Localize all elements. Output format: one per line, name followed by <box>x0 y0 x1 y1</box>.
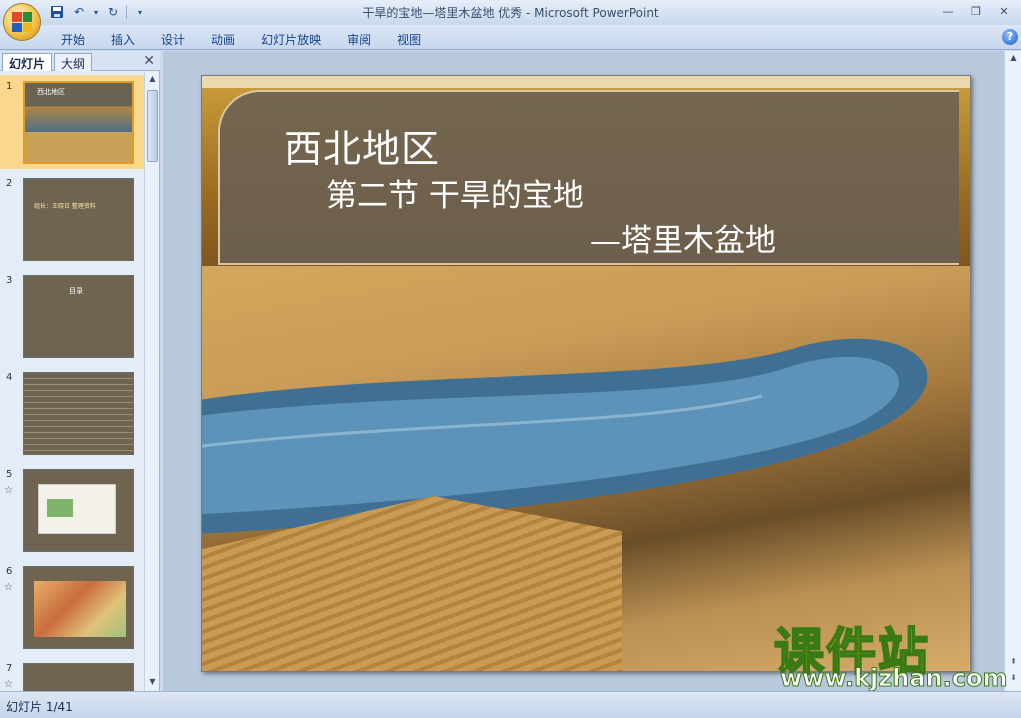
tab-view[interactable]: 视图 <box>384 29 434 50</box>
restore-icon[interactable]: ❐ <box>963 2 989 20</box>
watermark-url: www.kjzhan.com <box>779 664 1008 693</box>
tab-slideshow[interactable]: 幻灯片放映 <box>248 29 334 50</box>
window-controls: — ❐ ✕ <box>935 2 1017 20</box>
next-slide-icon[interactable]: ⇟ <box>1008 673 1019 685</box>
slide-number: 7 <box>6 663 13 674</box>
map-image <box>34 581 126 637</box>
slide-number: 3 <box>6 275 13 286</box>
map-image <box>38 484 116 534</box>
slide-preview <box>23 372 134 455</box>
slide-canvas[interactable]: 西北地区 第二节 干旱的宝地 —塔里木盆地 <box>201 75 971 672</box>
thumbnail-caption: 组长：王晓日 整理资料 <box>34 203 96 210</box>
slide-thumbnail[interactable]: 3 目录 <box>0 269 144 363</box>
slide-editor: 西北地区 第二节 干旱的宝地 —塔里木盆地 <box>163 51 1004 691</box>
slide-thumbnail[interactable]: 5 ☆ <box>0 463 144 557</box>
tab-review[interactable]: 审阅 <box>334 29 384 50</box>
slide-number: 2 <box>6 178 13 189</box>
animation-star-icon: ☆ <box>4 679 13 690</box>
pane-tabs: 幻灯片 大纲 ✕ <box>0 51 160 71</box>
slide-subtitle-secondary[interactable]: —塔里木盆地 <box>590 215 776 260</box>
help-icon[interactable]: ? <box>1002 29 1018 45</box>
scroll-up-icon[interactable]: ▲ <box>1008 53 1019 65</box>
slide-thumbnail[interactable]: 2 组长：王晓日 整理资料 <box>0 172 144 266</box>
slide-preview <box>23 663 134 691</box>
slide-preview: 目录 <box>23 275 134 358</box>
slide-thumbnail[interactable]: 6 ☆ <box>0 560 144 654</box>
scroll-up-icon[interactable]: ▲ <box>147 74 158 86</box>
animation-star-icon: ☆ <box>4 582 13 593</box>
slide-thumbnail[interactable]: 7 ☆ <box>0 657 144 691</box>
slide-number: 4 <box>6 372 13 383</box>
slide-number: 6 <box>6 566 13 577</box>
slide-thumbnail[interactable]: 4 <box>0 366 144 460</box>
minimize-icon[interactable]: — <box>935 2 961 20</box>
slide-preview: 组长：王晓日 整理资料 <box>23 178 134 261</box>
status-bar: 幻灯片 1/41 <box>0 691 1021 718</box>
window-title: 干旱的宝地—塔里木盆地 优秀 - Microsoft PowerPoint <box>362 6 659 20</box>
tab-design[interactable]: 设计 <box>148 29 198 50</box>
slide-preview <box>23 469 134 552</box>
title-bar: ↶ ▾ ↻ ▾ 干旱的宝地—塔里木盆地 优秀 - Microsoft Power… <box>0 0 1021 41</box>
tab-animations[interactable]: 动画 <box>198 29 248 50</box>
thumbnail-caption: 西北地区 <box>37 88 65 96</box>
tab-slides[interactable]: 幻灯片 <box>2 53 53 71</box>
scroll-down-icon[interactable]: ▼ <box>147 677 158 689</box>
office-logo-icon <box>12 12 32 32</box>
office-button[interactable] <box>3 3 41 41</box>
tab-outline[interactable]: 大纲 <box>54 53 93 71</box>
slide-preview: 西北地区 <box>23 81 134 164</box>
tab-insert[interactable]: 插入 <box>98 29 148 50</box>
ribbon: 开始 插入 设计 动画 幻灯片放映 审阅 视图 ? <box>0 25 1021 50</box>
slide-subtitle[interactable]: 第二节 干旱的宝地 <box>326 170 584 215</box>
slide-number: 1 <box>6 81 13 92</box>
watermark-logo: 课件站 www.kjzhan.com <box>770 612 1008 693</box>
slide-counter: 幻灯片 1/41 <box>6 700 73 714</box>
tab-home[interactable]: 开始 <box>48 29 98 50</box>
slide-preview <box>23 566 134 649</box>
thumbnail-caption: 目录 <box>69 287 83 295</box>
slide-title[interactable]: 西北地区 <box>284 118 440 173</box>
thumbnail-scrollbar[interactable]: ▲ ▼ <box>144 72 159 691</box>
close-icon[interactable]: ✕ <box>991 2 1017 20</box>
slides-pane: 幻灯片 大纲 ✕ 1 西北地区 2 组长：王晓日 整理资料 3 目录 4 5 ☆… <box>0 51 160 691</box>
slide-thumbnail[interactable]: 1 西北地区 <box>0 75 144 169</box>
animation-star-icon: ☆ <box>4 485 13 496</box>
close-icon[interactable]: ✕ <box>143 53 155 69</box>
scroll-thumb[interactable] <box>147 90 158 162</box>
editor-scrollbar[interactable]: ▲ ⇞ ⇟ <box>1004 51 1021 691</box>
slide-number: 5 <box>6 469 13 480</box>
ribbon-tabs: 开始 插入 设计 动画 幻灯片放映 审阅 视图 <box>48 29 434 50</box>
previous-slide-icon[interactable]: ⇞ <box>1008 657 1019 669</box>
thumbnail-list: 1 西北地区 2 组长：王晓日 整理资料 3 目录 4 5 ☆ 6 ☆ 7 ☆ <box>0 72 144 691</box>
